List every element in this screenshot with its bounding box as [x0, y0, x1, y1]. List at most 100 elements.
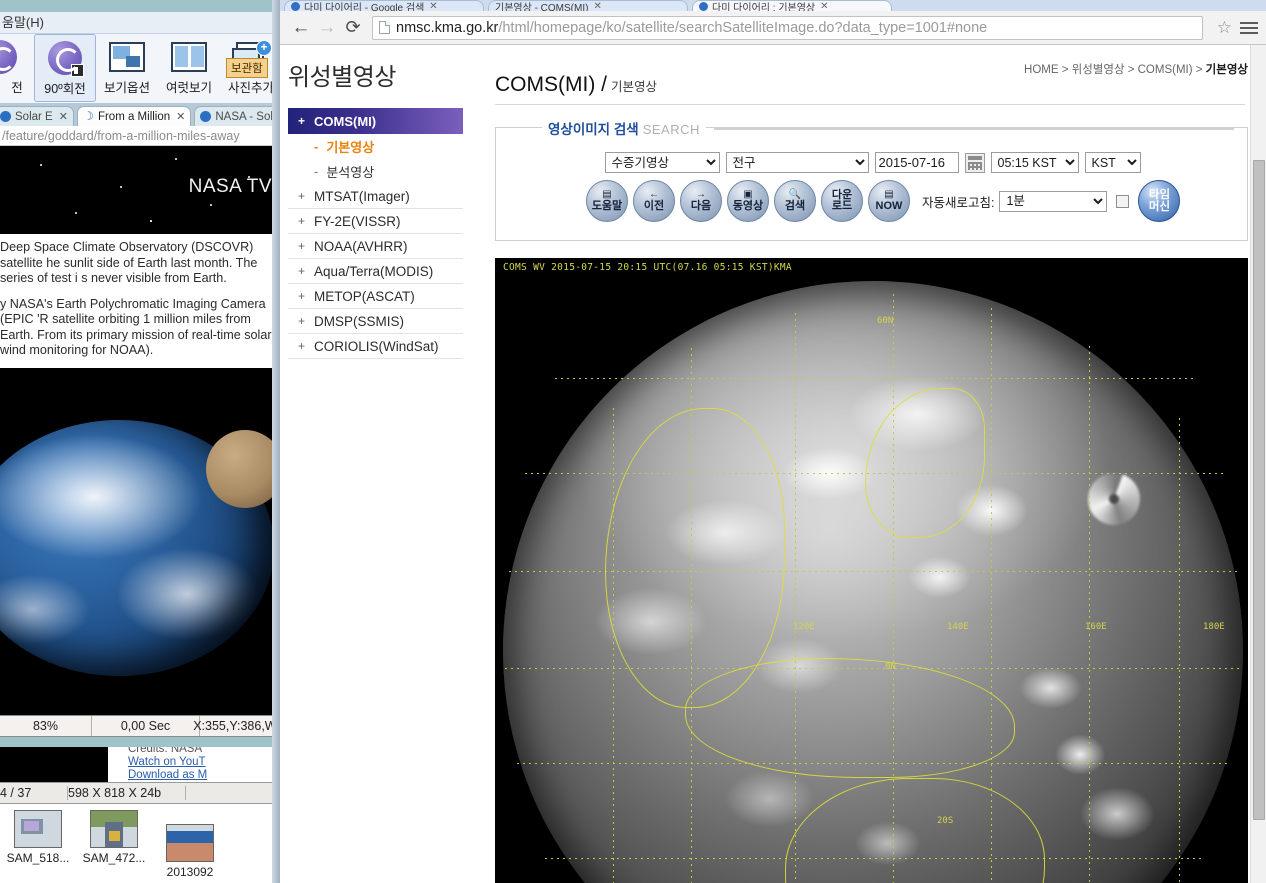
sidebar-item-mtsat[interactable]: + MTSAT(Imager)	[288, 184, 463, 209]
channel-select[interactable]: 수증기영상	[604, 152, 720, 173]
auto-refresh-select[interactable]: 1분	[999, 190, 1108, 212]
close-icon[interactable]: ✕	[593, 1, 601, 11]
toolbar-rotate-90[interactable]: 90º회전	[34, 34, 96, 102]
now-button[interactable]: ▤ NOW	[868, 180, 910, 222]
timemachine-button[interactable]: 타임 머신	[1138, 180, 1181, 222]
rotate-icon	[0, 38, 37, 76]
page-content: 위성별영상 + COMS(MI) - 기본영상 - 분석영상 + MTSAT(I…	[280, 45, 1266, 883]
sidebar-item-basic-image[interactable]: - 기본영상	[288, 134, 463, 159]
nasa-icon	[200, 111, 212, 122]
search-icon: 🔍	[788, 189, 802, 200]
search-button-label: 검색	[784, 200, 806, 212]
date-input[interactable]	[874, 152, 959, 173]
animation-button-label: 동영상	[732, 200, 764, 212]
list-item[interactable]: SAM_518...	[0, 810, 76, 865]
close-icon[interactable]: ✕	[429, 1, 437, 11]
app-menubar[interactable]: 움말(H)	[0, 12, 280, 34]
sidebar-item-metop[interactable]: + METOP(ASCAT)	[288, 284, 463, 309]
page-scrollbar[interactable]	[1250, 45, 1266, 883]
sidebar-item-dmsp[interactable]: + DMSP(SSMIS)	[288, 309, 463, 334]
menu-icon[interactable]	[1240, 19, 1258, 37]
help-button[interactable]: ▤ 도움말	[586, 180, 628, 222]
calendar-icon[interactable]	[964, 152, 985, 173]
browser-tab-0[interactable]: 다미 다이어리 - Google 검색 ✕	[284, 0, 484, 11]
search-button[interactable]: 🔍 검색	[774, 180, 816, 222]
close-icon[interactable]: ✕	[176, 110, 185, 123]
toolbar-multi-view-label: 여럿보기	[165, 81, 212, 95]
sidebar-item-fy2e-label: FY-2E(VISSR)	[314, 213, 401, 229]
toolbar-add-photo[interactable]: + 보관함 사진추가	[220, 34, 280, 102]
browser-tab-1[interactable]: 기본영상 - COMS(MI) ✕	[488, 0, 688, 11]
reload-button[interactable]: ⟳	[340, 15, 366, 41]
list-item[interactable]: SAM_472...	[76, 810, 152, 865]
inner-tab-2-label: NASA - Solar E	[215, 110, 280, 123]
page-title: 위성별영상	[288, 64, 396, 91]
content-heading: COMS(MI) / 기본영상	[495, 73, 657, 97]
inner-tab-1-label: From a Million	[97, 110, 171, 123]
image-index: 4 / 37	[0, 786, 68, 800]
inner-browser-tabstrip: Solar E ✕ ☽ From a Million ✕ NASA - Sola…	[0, 104, 280, 126]
sidebar-item-analysis-image[interactable]: - 분석영상	[288, 159, 463, 184]
typhoon-swirl	[1088, 473, 1140, 525]
sidebar-item-aquaterra[interactable]: + Aqua/Terra(MODIS)	[288, 259, 463, 284]
auto-refresh-label: 자동새로고침:	[922, 195, 995, 210]
moon-image	[206, 430, 276, 508]
animation-button[interactable]: ▣ 동영상	[727, 180, 769, 222]
download-button[interactable]: 다운 로드	[821, 180, 863, 222]
plus-icon: +	[298, 214, 306, 228]
timemachine-label-1: 타임	[1148, 189, 1171, 201]
arrow-right-icon: →	[696, 189, 706, 200]
satellite-image[interactable]: COMS WV 2015-07-15 20:15 UTC(07.16 05:15…	[495, 258, 1248, 883]
grid-label-140e: 140E	[947, 622, 969, 632]
multi-view-icon	[169, 38, 209, 76]
browser-tab-2-label: 다미 다이어리 : 기본영상	[712, 2, 816, 12]
inner-url-bar[interactable]: /feature/goddard/from-a-million-miles-aw…	[0, 126, 280, 146]
address-bar[interactable]: nmsc.kma.go.kr/html/homepage/ko/satellit…	[372, 15, 1203, 40]
download-link[interactable]: Download as M	[128, 769, 207, 782]
prev-button[interactable]: ← 이전	[633, 180, 675, 222]
sidebar-item-fy2e[interactable]: + FY-2E(VISSR)	[288, 209, 463, 234]
close-icon[interactable]: ✕	[820, 1, 828, 11]
page-info-icon[interactable]	[379, 21, 390, 34]
archive-tooltip: 보관함	[226, 58, 268, 78]
plus-icon: +	[298, 114, 306, 128]
list-item[interactable]: 2013092	[152, 810, 228, 879]
gridline-lon	[795, 313, 796, 883]
toolbar-rotate[interactable]: 전	[0, 34, 34, 102]
credits-thumb	[0, 747, 108, 782]
now-button-label: NOW	[875, 200, 903, 212]
toolbar-multi-view[interactable]: 여럿보기	[158, 34, 220, 102]
inner-tab-2[interactable]: NASA - Solar E ✕	[194, 106, 280, 126]
timezone-select[interactable]: KST	[1084, 152, 1141, 173]
blue-dot-icon	[0, 111, 11, 122]
close-icon[interactable]: ✕	[59, 110, 68, 123]
time-select[interactable]: 05:15 KST	[990, 152, 1079, 173]
scrollbar-thumb[interactable]	[1253, 160, 1265, 820]
sidebar-item-coriolis-label: CORIOLIS(WindSat)	[314, 338, 439, 354]
nasa-hero-image: NASA TV	[0, 146, 280, 234]
bookmark-star-icon[interactable]: ☆	[1217, 18, 1232, 38]
auto-refresh-checkbox[interactable]	[1116, 194, 1130, 208]
thumbnail-strip: SAM_518... SAM_472... 2013092	[0, 804, 280, 883]
back-button[interactable]: ←	[288, 15, 314, 41]
toolbar-view-options[interactable]: 보기옵션	[96, 34, 158, 102]
inner-tab-1[interactable]: ☽ From a Million ✕	[76, 106, 192, 126]
article-paragraph-1: Deep Space Climate Observatory (DSCOVR) …	[0, 240, 258, 285]
browser-tab-2[interactable]: 다미 다이어리 : 기본영상 ✕	[692, 0, 892, 11]
sidebar-item-coriolis[interactable]: + CORIOLIS(WindSat)	[288, 334, 463, 359]
next-button[interactable]: → 다음	[680, 180, 722, 222]
sidebar-item-dmsp-label: DMSP(SSMIS)	[314, 313, 405, 329]
gridline-lat	[555, 378, 1195, 379]
photo-thumb-1	[14, 810, 62, 848]
inner-tab-0[interactable]: Solar E ✕	[0, 106, 74, 126]
area-select[interactable]: 전구	[725, 152, 869, 173]
url-path: /html/homepage/ko/satellite/searchSatell…	[498, 19, 988, 36]
satellite-caption: COMS WV 2015-07-15 20:15 UTC(07.16 05:15…	[503, 262, 792, 273]
rotate-90-icon	[45, 39, 85, 77]
watch-youtube-link[interactable]: Watch on YouT	[128, 756, 207, 769]
forward-button[interactable]: →	[314, 15, 340, 41]
list-icon: ▤	[884, 189, 894, 200]
content-heading-main: COMS(MI) /	[495, 73, 607, 96]
sidebar-item-coms[interactable]: + COMS(MI)	[288, 108, 463, 134]
sidebar-item-noaa[interactable]: + NOAA(AVHRR)	[288, 234, 463, 259]
